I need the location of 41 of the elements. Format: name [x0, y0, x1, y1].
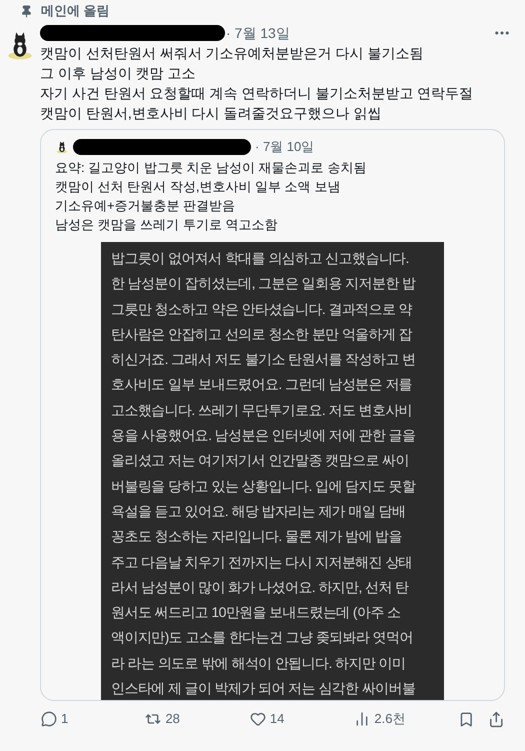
screenshot-text-line: 탄사람은 안잡히고 선의로 청소한 분만 억울하게 잡 — [111, 324, 414, 344]
screenshot-text-line: 고소했습니다. 쓰레기 무단투기로요. 저도 변호사비 — [111, 400, 414, 420]
screenshot-text-line: 라서 남성분이 많이 화가 나셨어요. 하지만, 선처 탄 — [111, 578, 410, 597]
screenshot-text-line: 액이지만)도 고소를 한다는건 그냥 좆되봐라 엿먹어 — [111, 628, 414, 648]
screenshot-text-line: 그릇만 청소하고 약은 안타셨습니다. 결과적으로 약 — [111, 300, 414, 319]
screenshot-text-line: 인스타에 제 글이 박제가 되어 저는 심각한 싸이버불 — [111, 679, 416, 698]
post-date[interactable]: · 7월 13일 — [226, 22, 290, 44]
screenshot-text-line: 호사비도 일부 보내드렸어요. 그런데 남성분은 저를 — [111, 375, 414, 394]
quote-text-line: 요약: 길고양이 밥그릇 치운 남성이 재물손괴로 송치됨 — [55, 159, 368, 177]
post-text-line: 캣맘이 탄원서,변호사비 다시 돌려줄것요구했으나 읽씹 — [40, 104, 382, 123]
screenshot-text-line: 밥그릇이 없어져서 학대를 의심하고 신고했습니다. — [111, 249, 410, 268]
share-icon[interactable] — [488, 710, 505, 728]
pinned-label: 메인에 올림 — [41, 2, 110, 20]
screenshot-text-line: 주고 다음날 치우기 전까지는 다시 지저분해진 상태 — [111, 552, 414, 572]
screenshot-text-line: 욕설을 듣고 있어요. 해당 밥자리는 제가 매일 담배 — [111, 502, 406, 521]
screenshot-text-line: 한 남성분이 잡히셨는데, 그분은 일회용 지저분한 밥 — [111, 274, 417, 294]
quote-text-line: 캣맘이 선처 탄원서 작성,변호사비 일부 소액 보냄 — [55, 178, 342, 196]
screenshot-text-line: 히신거죠. 그래서 저도 불기소 탄원서를 작성하고 변 — [111, 350, 416, 370]
post-text-line: 자기 사건 탄원서 요청할때 계속 연락하더니 불기소처분받고 연락두절 — [40, 84, 474, 103]
action-count: 2.6천 — [374, 710, 406, 728]
quote-date: · 7월 10일 — [255, 138, 314, 156]
pin-icon — [20, 4, 33, 18]
action-count: 1 — [61, 710, 68, 728]
screenshot-text-line: 꽁초도 청소하는 자리입니다. 물론 제가 밤에 밥을 — [111, 527, 404, 546]
post-text-line: 캣맘이 선처탄원서 써줘서 기소유예처분받은거 다시 불기소됨 — [40, 44, 424, 63]
text-screenshot[interactable] — [101, 242, 444, 700]
action-count: 14 — [270, 710, 284, 728]
screenshot-text-line: 용을 사용했어요. 남성분은 인터넷에 저에 관한 글을 — [111, 426, 416, 446]
post-text-line: 그 이후 남성이 캣맘 고소 — [40, 64, 197, 83]
screenshot-text-line: 올리셨고 저는 여기저기서 인간말종 캣맘으로 싸이 — [111, 451, 410, 470]
action-count: 28 — [165, 710, 180, 728]
screenshot-text-line: 원서도 써드리고 10만원을 보내드렸는데 (아주 소 — [111, 603, 402, 622]
quote-text-line: 남성은 캣맘을 쓰레기 투기로 역고소함 — [55, 216, 278, 234]
screenshot-text-line: 라 라는 의도로 밖에 해석이 안됩니다. 하지만 이미 — [111, 654, 406, 673]
speech-bubble-icon[interactable] — [41, 711, 57, 727]
cat-avatar-icon[interactable] — [55, 140, 69, 154]
screenshot-text-line: 버불링을 당하고 있는 상황입니다. 입에 담지도 못할 — [111, 476, 417, 496]
quote-text-line: 기소유예+증거불충분 판결받음 — [55, 197, 236, 215]
heart-icon[interactable] — [250, 711, 266, 727]
quote-card[interactable] — [40, 129, 505, 701]
bar-chart-icon[interactable] — [354, 711, 370, 727]
